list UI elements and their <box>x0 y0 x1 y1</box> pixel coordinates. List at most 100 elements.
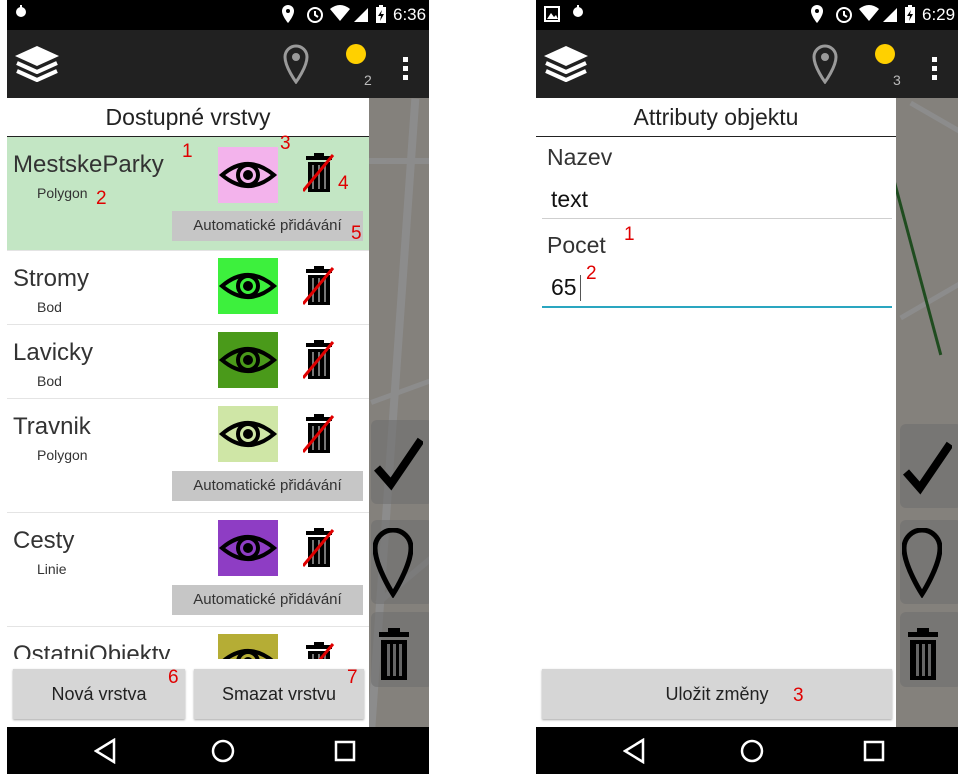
home-icon[interactable] <box>203 735 243 767</box>
map-marker-icon <box>901 527 943 603</box>
trash-crossed-icon <box>301 414 335 453</box>
status-time: 6:29 <box>922 5 956 24</box>
annotation-number: 7 <box>347 667 358 688</box>
back-icon[interactable] <box>85 735 125 767</box>
android-debug-icon <box>570 4 586 28</box>
layer-row-cesty[interactable]: Cesty Linie Automatické přidávání <box>7 513 369 627</box>
nazev-input[interactable]: text <box>542 182 892 218</box>
panel-title: Dostupné vrstvy <box>7 98 369 137</box>
eye-icon <box>218 535 278 561</box>
android-debug-icon <box>13 4 29 28</box>
layers-panel: Dostupné vrstvy MestskeParky Polygon Aut… <box>7 98 369 727</box>
home-icon[interactable] <box>732 735 772 767</box>
delete-layer-toggle[interactable] <box>301 414 335 454</box>
map-marker-icon <box>372 527 414 603</box>
delete-layer-toggle[interactable] <box>301 340 335 380</box>
annotation-number: 1 <box>624 224 635 245</box>
add-point-map-button[interactable] <box>371 520 429 604</box>
status-bar: 6:36 <box>7 0 429 30</box>
layers-icon[interactable] <box>542 44 590 89</box>
eye-icon <box>218 273 278 299</box>
battery-icon <box>904 4 916 28</box>
annotation-number: 6 <box>168 667 179 688</box>
visibility-toggle[interactable] <box>218 406 278 462</box>
auto-add-button[interactable]: Automatické přidávání <box>172 585 363 615</box>
trash-crossed-icon <box>301 340 335 379</box>
annotation-number: 2 <box>96 188 107 209</box>
trash-crossed-icon <box>301 153 335 192</box>
delete-map-button[interactable] <box>900 612 958 687</box>
map-marker-icon[interactable] <box>283 44 309 89</box>
gps-location-dot-icon[interactable] <box>874 43 896 70</box>
annotation-number: 3 <box>793 685 804 706</box>
app-bar: 3 <box>536 30 958 98</box>
delete-map-button[interactable] <box>371 612 429 687</box>
back-icon[interactable] <box>614 735 654 767</box>
visibility-toggle[interactable] <box>218 258 278 314</box>
alarm-icon <box>835 4 853 28</box>
trash-crossed-icon <box>301 266 335 305</box>
delete-layer-toggle[interactable] <box>301 528 335 568</box>
layer-row-stromy[interactable]: Stromy Bod <box>7 251 369 325</box>
gps-count: 3 <box>893 72 901 88</box>
input-underline-focused <box>542 306 892 308</box>
eye-icon <box>218 421 278 447</box>
overflow-menu-icon[interactable] <box>931 56 939 87</box>
trash-icon <box>906 628 940 685</box>
location-status-icon <box>810 4 824 28</box>
layer-name: Cesty <box>13 527 75 554</box>
delete-layer-button[interactable]: Smazat vrstvu <box>194 669 364 719</box>
annotation-number: 2 <box>586 263 597 284</box>
layer-name: Lavicky <box>13 339 94 366</box>
confirm-map-button[interactable] <box>900 424 958 508</box>
layer-type: Bod <box>37 373 62 389</box>
pocet-input-value: 65 <box>551 274 577 300</box>
eye-icon <box>218 347 278 373</box>
layer-type: Linie <box>37 561 67 577</box>
signal-icon <box>353 4 369 28</box>
add-point-map-button[interactable] <box>900 520 958 604</box>
delete-layer-toggle[interactable] <box>301 266 335 306</box>
eye-icon <box>218 162 278 188</box>
image-notification-icon <box>544 4 560 28</box>
annotation-number: 1 <box>182 141 193 162</box>
annotation-number: 3 <box>280 133 291 154</box>
auto-add-button[interactable]: Automatické přidávání <box>172 211 363 241</box>
overflow-menu-icon[interactable] <box>402 56 410 87</box>
layer-name: Travnik <box>13 413 91 440</box>
field-label-pocet: Pocet <box>547 232 606 258</box>
delete-layer-toggle[interactable] <box>301 153 335 193</box>
recent-apps-icon[interactable] <box>325 735 365 767</box>
signal-icon <box>882 4 898 28</box>
gps-location-dot-icon[interactable] <box>345 43 367 70</box>
map-marker-icon[interactable] <box>812 44 838 89</box>
layer-type: Bod <box>37 299 62 315</box>
auto-add-button[interactable]: Automatické přidávání <box>172 471 363 501</box>
new-layer-button[interactable]: Nová vrstva <box>13 669 185 719</box>
checkmark-icon <box>902 440 954 501</box>
attributes-panel: Attributy objektu Nazev text Pocet 65 Ul… <box>536 98 896 727</box>
visibility-toggle[interactable] <box>218 520 278 576</box>
nazev-input-value: text <box>551 186 589 212</box>
layer-name: MestskeParky <box>13 151 164 178</box>
navigation-bar <box>7 727 429 774</box>
checkmark-icon <box>373 436 425 497</box>
layer-row-lavicky[interactable]: Lavicky Bod <box>7 325 369 399</box>
layer-list[interactable]: MestskeParky Polygon Automatické přidává… <box>7 137 369 664</box>
layers-icon[interactable] <box>13 44 61 89</box>
visibility-toggle[interactable] <box>218 147 278 203</box>
input-underline <box>542 218 892 219</box>
save-changes-button[interactable]: Uložit změny <box>542 669 892 719</box>
status-time: 6:36 <box>393 5 427 24</box>
trash-crossed-icon <box>301 528 335 567</box>
battery-icon <box>375 4 387 28</box>
confirm-map-button[interactable] <box>371 420 429 504</box>
visibility-toggle[interactable] <box>218 332 278 388</box>
layer-row-travnik[interactable]: Travnik Polygon Automatické přidávání <box>7 399 369 513</box>
layer-name: Stromy <box>13 265 90 292</box>
recent-apps-icon[interactable] <box>854 735 894 767</box>
phone-screen-attributes: 6:29 3 Attributy objektu Nazev text Poce… <box>536 0 958 774</box>
status-bar: 6:29 <box>536 0 958 30</box>
gps-count: 2 <box>364 72 372 88</box>
layer-type: Polygon <box>37 447 88 463</box>
